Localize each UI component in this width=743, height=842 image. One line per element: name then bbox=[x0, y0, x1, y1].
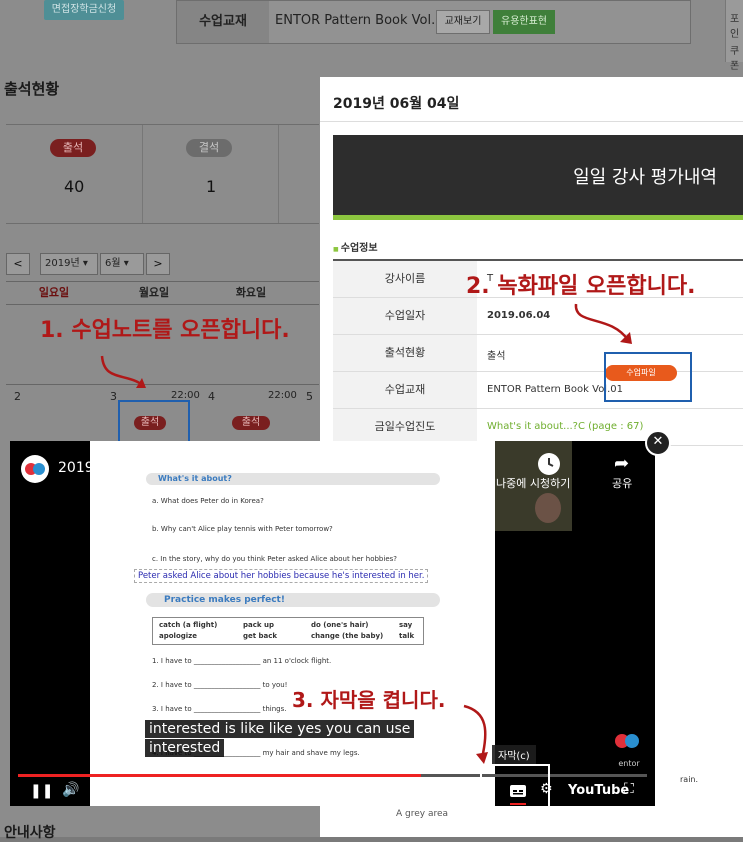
phrase: apologize bbox=[159, 632, 197, 640]
notice-heading: 안내사항 bbox=[4, 825, 56, 841]
present-badge: 출석 bbox=[50, 139, 96, 157]
step2-highlight-box bbox=[604, 352, 692, 402]
info-row: 수업일자 2019.06.04 bbox=[333, 298, 743, 335]
section-header: Practice makes perfect! bbox=[146, 593, 440, 607]
fullscreen-icon[interactable]: ⛶ bbox=[624, 781, 634, 797]
present-count: 40 bbox=[64, 177, 85, 196]
youtube-logo[interactable]: YouTube bbox=[568, 783, 629, 798]
course-material-value: ENTOR Pattern Book Vol.01 bbox=[275, 13, 452, 28]
phrase-box: catch (a flight) pack up do (one's hair)… bbox=[152, 617, 424, 645]
weekday-sunday: 일요일 bbox=[38, 286, 70, 299]
divider bbox=[142, 125, 143, 223]
year-select[interactable]: 2019년 ▾ bbox=[40, 253, 98, 275]
subtitle-line: interested is like like yes you can use bbox=[145, 720, 415, 738]
section2-title: Practice makes perfect! bbox=[164, 595, 285, 605]
share-label[interactable]: 공유 bbox=[612, 475, 632, 491]
course-material-label: 수업교재 bbox=[177, 1, 269, 43]
divider bbox=[320, 121, 743, 122]
info-key: 강사이름 bbox=[333, 261, 477, 297]
phrase: pack up bbox=[243, 621, 274, 629]
info-value: 2019.06.04 bbox=[487, 310, 551, 321]
absent-count: 1 bbox=[206, 177, 217, 196]
close-video-button[interactable]: ✕ bbox=[645, 430, 671, 456]
info-key: 수업일자 bbox=[333, 298, 477, 334]
phrase: say bbox=[399, 621, 413, 629]
info-key: 수업교재 bbox=[333, 372, 477, 408]
day-number: 2 bbox=[14, 390, 21, 403]
month-select-value: 6월 bbox=[105, 258, 121, 269]
question-c: c. In the story, why do you think Peter … bbox=[152, 555, 397, 563]
time-display: 14:17 / 22:19 bbox=[90, 785, 165, 798]
watermark-text: entor bbox=[618, 759, 640, 768]
absent-badge: 결석 bbox=[186, 139, 232, 157]
volume-icon[interactable]: 🔊 bbox=[62, 782, 79, 798]
divider bbox=[278, 125, 279, 223]
section-title: 수업정보 bbox=[333, 239, 378, 254]
step2-annotation: 2. 녹화파일 오픈합니다. bbox=[466, 274, 696, 299]
phrase: talk bbox=[399, 632, 415, 640]
entor-watermark: entor bbox=[612, 731, 646, 768]
exercise-item: 3. I have to ___________________ things. bbox=[152, 705, 287, 713]
progress-fill bbox=[18, 774, 421, 777]
question-a: a. What does Peter do in Korea? bbox=[152, 497, 264, 505]
step3-annotation: 3. 자막을 켭니다. bbox=[292, 688, 446, 712]
weekday-monday: 월요일 bbox=[138, 286, 170, 299]
info-value: 출석 bbox=[487, 351, 506, 362]
share-icon[interactable]: ➦ bbox=[614, 453, 629, 474]
attend-badge-tuesday[interactable]: 출석 bbox=[232, 416, 270, 430]
step1-annotation: 1. 수업노트를 오픈합니다. bbox=[40, 318, 290, 343]
month-select[interactable]: 6월 ▾ bbox=[100, 253, 144, 275]
question-b: b. Why can't Alice play tennis with Pete… bbox=[152, 525, 333, 533]
view-textbook-button[interactable]: 교재보기 bbox=[436, 10, 490, 34]
person-avatar bbox=[535, 493, 561, 523]
phrase: do (one's hair) bbox=[311, 621, 369, 629]
video-title[interactable]: 2019-06-04 : What's it about...?C bbox=[58, 460, 290, 476]
exercise-item: 2. I have to ___________________ to you! bbox=[152, 681, 288, 689]
year-select-value: 2019년 bbox=[45, 258, 80, 269]
next-month-button[interactable]: > bbox=[146, 253, 170, 275]
day-number: 4 bbox=[208, 390, 215, 403]
step2-arrow bbox=[574, 303, 632, 344]
modal-date: 2019년 06월 04일 bbox=[333, 96, 460, 112]
info-key: 출석현황 bbox=[333, 335, 477, 371]
watch-later-label[interactable]: 나중에 시청하기 bbox=[496, 475, 570, 491]
banner-accent-bar bbox=[333, 215, 743, 220]
scholarship-button[interactable]: 면접장학금신청 bbox=[44, 0, 124, 20]
typed-answer: Peter asked Alice about her hobbies beca… bbox=[134, 569, 429, 583]
course-material-bar: 수업교재 ENTOR Pattern Book Vol.01 교재보기 유용한표… bbox=[176, 0, 691, 44]
video-player[interactable]: What's it about? a. What does Peter do i… bbox=[10, 441, 655, 806]
banner-title: 일일 강사 평가내역 bbox=[573, 167, 717, 188]
info-value: ENTOR Pattern Book Vol.01 bbox=[487, 384, 623, 395]
info-value-progress[interactable]: What's it about...?C (page : 67) bbox=[487, 421, 643, 432]
entor-channel-logo[interactable] bbox=[21, 455, 49, 483]
modal-bottom-text: A grey area bbox=[396, 809, 449, 819]
coupon-cell[interactable]: 쿠폰 bbox=[730, 42, 743, 72]
pause-icon[interactable]: ❚❚ bbox=[30, 783, 53, 799]
exercise-item: 1. I have to ___________________ an 11 o… bbox=[152, 657, 332, 665]
modal-bottom-text: rain. bbox=[680, 775, 699, 784]
phrase: get back bbox=[243, 632, 278, 640]
points-cell[interactable]: 포인 bbox=[730, 10, 743, 40]
step3-highlight-box bbox=[480, 764, 550, 820]
prev-month-button[interactable]: < bbox=[6, 253, 30, 275]
clock-icon[interactable] bbox=[538, 453, 560, 475]
divider bbox=[6, 384, 319, 385]
divider bbox=[6, 304, 319, 305]
step3-arrow bbox=[463, 704, 488, 764]
evaluation-banner: 일일 강사 평가내역 bbox=[333, 135, 743, 220]
step1-arrow bbox=[100, 355, 146, 388]
captions-tooltip: 자막(c) bbox=[492, 745, 536, 764]
attendance-title: 출석현황 bbox=[4, 80, 60, 98]
attendance-summary: 출석 40 결석 1 bbox=[6, 124, 319, 224]
day-number: 5 bbox=[306, 390, 313, 403]
phrase: catch (a flight) bbox=[159, 621, 218, 629]
useful-expressions-button[interactable]: 유용한표현 bbox=[493, 10, 555, 34]
weekday-tuesday: 화요일 bbox=[235, 286, 267, 299]
progress-bar[interactable] bbox=[18, 774, 647, 777]
subtitle-line: interested bbox=[145, 739, 225, 757]
class-time: 22:00 bbox=[268, 390, 297, 401]
info-key: 금일수업진도 bbox=[333, 409, 477, 445]
right-side-cells: 포인 쿠폰 bbox=[725, 0, 743, 72]
phrase: change (the baby) bbox=[311, 632, 384, 640]
